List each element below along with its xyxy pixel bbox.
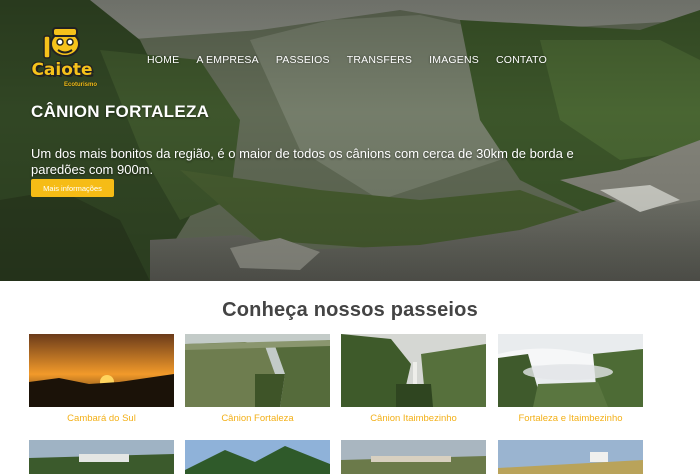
tour-card-itaimbezinho[interactable]: Cânion Itaimbezinho <box>341 334 486 424</box>
tour-label-fortaleza[interactable]: Cânion Fortaleza <box>185 413 330 424</box>
hero-description: Um dos mais bonitos da região, é o maior… <box>31 146 574 177</box>
tour-image-fortaleza[interactable] <box>185 334 330 407</box>
logo-subtitle: Ecoturismo <box>63 82 97 88</box>
nav-transfers[interactable]: TRANSFERS <box>347 54 412 68</box>
logo-text: Caiote <box>31 60 93 80</box>
tour-card-fortaleza-itaimbezinho[interactable]: Fortaleza e Itaimbezinho <box>498 334 643 424</box>
tour-card-fortaleza[interactable]: Cânion Fortaleza <box>185 334 330 424</box>
tour-image-fortaleza-itaimbezinho[interactable] <box>498 334 643 407</box>
nav-a-empresa[interactable]: A EMPRESA <box>196 54 259 68</box>
site-logo[interactable]: Caiote Ecoturismo <box>27 22 97 94</box>
nav-home[interactable]: HOME <box>147 54 179 68</box>
hero-banner: Caiote Ecoturismo HOME A EMPRESA PASSEIO… <box>0 0 700 281</box>
nav-passeios[interactable]: PASSEIOS <box>276 54 330 68</box>
tour-image-row2-1[interactable] <box>29 440 174 474</box>
tour-label-fortaleza-itaimbezinho[interactable]: Fortaleza e Itaimbezinho <box>498 413 643 424</box>
hero-overlay <box>0 0 700 281</box>
tour-card-cambara[interactable]: Cambará do Sul <box>29 334 174 424</box>
nav-imagens[interactable]: IMAGENS <box>429 54 479 68</box>
hero-title: CÂNION FORTALEZA <box>31 102 210 121</box>
more-info-button[interactable]: Mais informações <box>31 179 114 197</box>
tour-image-row2-3[interactable] <box>341 440 486 474</box>
tour-image-row2-2[interactable] <box>185 440 330 474</box>
tour-image-itaimbezinho[interactable] <box>341 334 486 407</box>
tour-image-row2-4[interactable] <box>498 440 643 474</box>
tour-label-cambara[interactable]: Cambará do Sul <box>29 413 174 424</box>
tour-image-cambara[interactable] <box>29 334 174 407</box>
main-nav: HOME A EMPRESA PASSEIOS TRANSFERS IMAGEN… <box>147 54 564 68</box>
section-title: Conheça nossos passeios <box>222 299 478 321</box>
tour-label-itaimbezinho[interactable]: Cânion Itaimbezinho <box>341 413 486 424</box>
nav-contato[interactable]: CONTATO <box>496 54 547 68</box>
